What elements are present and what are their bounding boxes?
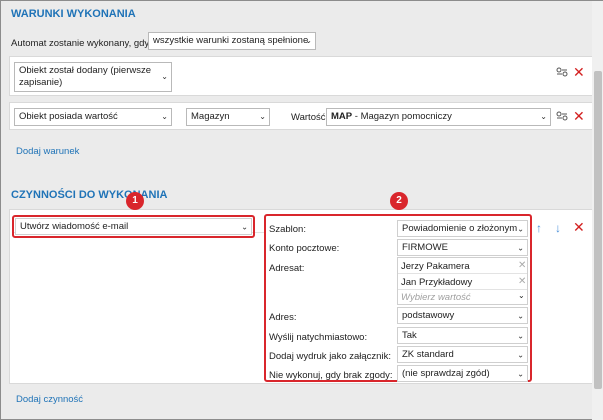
- zgoda-select[interactable]: (nie sprawdzaj zgód) ⌄: [397, 365, 528, 382]
- move-up-icon[interactable]: ↑: [536, 222, 542, 234]
- add-action-link[interactable]: Dodaj czynność: [16, 394, 83, 405]
- adres-select[interactable]: podstawowy ⌄: [397, 307, 528, 324]
- condition-row-1: Obiekt został dodany (pierwsze zapisanie…: [9, 56, 593, 96]
- automat-select-value: wszystkie warunki zostaną spełnione: [153, 35, 309, 46]
- settings-icon[interactable]: [556, 67, 568, 77]
- chevron-down-icon: ⌄: [161, 72, 168, 81]
- zgoda-value: (nie sprawdzaj zgód): [402, 368, 490, 379]
- wydruk-label: Dodaj wydruk jako załącznik:: [269, 351, 391, 362]
- condition-select-1-value: Obiekt został dodany (pierwsze zapisanie…: [19, 65, 152, 88]
- adresat-chip-2: Jan Przykładowy: [401, 277, 473, 288]
- konto-label: Konto pocztowe:: [269, 243, 340, 254]
- delete-condition-2-icon[interactable]: ✕: [573, 109, 585, 123]
- chevron-down-icon: ⌄: [517, 369, 524, 378]
- chevron-down-icon: ⌄: [241, 222, 248, 231]
- divider: [398, 273, 527, 274]
- scrollbar-thumb[interactable]: [594, 71, 602, 389]
- field-select[interactable]: Magazyn ⌄: [186, 108, 270, 126]
- szablon-value: Powiadomienie o złożonym: [402, 223, 518, 234]
- automat-label: Automat zostanie wykonany, gdy: [11, 38, 150, 49]
- remove-chip-2-icon[interactable]: ✕: [518, 276, 526, 287]
- chevron-down-icon: ⌄: [161, 112, 168, 121]
- szablon-label: Szablon:: [269, 224, 306, 235]
- chevron-down-icon: ⌄: [517, 311, 524, 320]
- condition-select-2[interactable]: Obiekt posiada wartość ⌄: [14, 108, 172, 126]
- delete-action-icon[interactable]: ✕: [573, 220, 585, 234]
- wyslij-value: Tak: [402, 330, 417, 341]
- chevron-down-icon: ⌄: [517, 350, 524, 359]
- remove-chip-1-icon[interactable]: ✕: [518, 260, 526, 271]
- actions-title: CZYNNOŚCI DO WYKONANIA: [11, 189, 168, 201]
- adresat-label: Adresat:: [269, 263, 305, 274]
- condition-select-1[interactable]: Obiekt został dodany (pierwsze zapisanie…: [14, 62, 172, 92]
- adresat-multiselect[interactable]: Jerzy Pakamera ✕ Jan Przykładowy ✕ Wybie…: [397, 257, 528, 305]
- move-down-icon[interactable]: ↓: [555, 222, 561, 234]
- condition-select-2-value: Obiekt posiada wartość: [19, 111, 118, 122]
- chevron-down-icon: ⌄: [259, 112, 266, 121]
- chevron-down-icon: ⌄: [518, 291, 525, 300]
- value-select[interactable]: MAP - Magazyn pomocniczy ⌄: [326, 108, 551, 126]
- wyslij-select[interactable]: Tak ⌄: [397, 327, 528, 344]
- szablon-select[interactable]: Powiadomienie o złożonym ⌄: [397, 220, 528, 237]
- condition-row-2: Obiekt posiada wartość ⌄ Magazyn ⌄ Warto…: [9, 102, 593, 130]
- chevron-down-icon: ⌄: [517, 243, 524, 252]
- adres-label: Adres:: [269, 312, 297, 323]
- action-type-select[interactable]: Utwórz wiadomość e-mail ⌄: [15, 218, 252, 235]
- wyslij-label: Wyślij natychmiastowo:: [269, 332, 368, 343]
- wydruk-value: ZK standard: [402, 349, 454, 360]
- action-type-value: Utwórz wiadomość e-mail: [20, 221, 129, 232]
- value-code: MAP: [331, 111, 353, 122]
- konto-select[interactable]: FIRMOWE ⌄: [397, 239, 528, 256]
- window-frame: WARUNKI WYKONANIA Automat zostanie wykon…: [0, 0, 603, 420]
- adresat-placeholder[interactable]: Wybierz wartość: [401, 292, 471, 303]
- zgoda-label: Nie wykonuj, gdy brak zgody:: [269, 370, 393, 381]
- automat-select[interactable]: wszystkie warunki zostaną spełnione ⌄: [148, 32, 316, 50]
- adresat-chip-1: Jerzy Pakamera: [401, 261, 470, 272]
- badge-1: 1: [126, 192, 144, 210]
- value-label: Wartość:: [291, 112, 329, 123]
- chevron-down-icon: ⌄: [517, 331, 524, 340]
- chevron-down-icon: ⌄: [540, 112, 547, 121]
- delete-condition-1-icon[interactable]: ✕: [573, 65, 585, 79]
- divider: [398, 289, 527, 290]
- chevron-down-icon: ⌄: [517, 224, 524, 233]
- konto-value: FIRMOWE: [402, 242, 448, 253]
- chevron-down-icon: ⌄: [305, 36, 312, 45]
- settings-icon[interactable]: [556, 111, 568, 121]
- wydruk-select[interactable]: ZK standard ⌄: [397, 346, 528, 363]
- badge-2: 2: [390, 192, 408, 210]
- adres-value: podstawowy: [402, 310, 455, 321]
- conditions-title: WARUNKI WYKONANIA: [11, 8, 136, 20]
- add-condition-link[interactable]: Dodaj warunek: [16, 146, 79, 157]
- value-name: - Magazyn pomocniczy: [352, 111, 452, 122]
- field-select-value: Magazyn: [191, 111, 230, 122]
